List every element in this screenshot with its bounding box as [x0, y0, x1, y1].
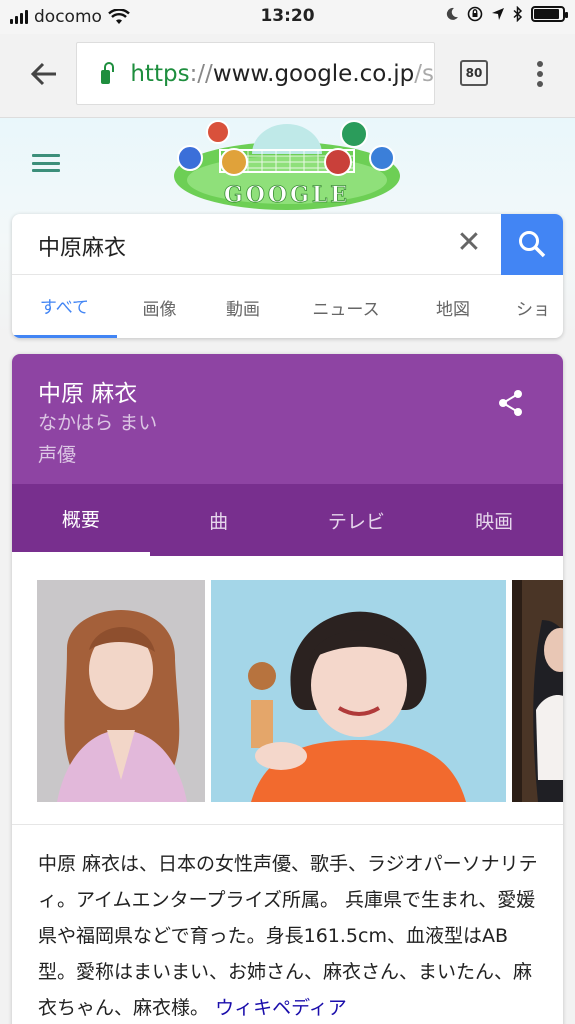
url-bar[interactable]: https://www.google.co.jp/s [76, 42, 435, 105]
more-vert-icon[interactable] [530, 58, 550, 90]
knowledge-panel-header: 中原 麻衣 なかはら まい 声優 [12, 354, 563, 484]
tab-all[interactable]: すべて [12, 276, 117, 338]
entity-photo[interactable] [512, 580, 563, 802]
knowledge-panel: 中原 麻衣 なかはら まい 声優 概要 曲 テレビ 映画 中原 麻衣は、日本の女… [12, 354, 563, 1024]
back-arrow-icon[interactable] [26, 54, 62, 94]
search-input[interactable]: 中原麻衣 [38, 230, 126, 262]
divider [12, 824, 563, 825]
tabs-icon[interactable]: 80 [460, 60, 488, 86]
status-bar: docomo 13:20 [0, 0, 575, 34]
location-icon [492, 8, 504, 20]
search-icon [519, 231, 546, 258]
browser-toolbar: https://www.google.co.jp/s 80 [0, 34, 575, 118]
bluetooth-icon [513, 6, 523, 22]
share-icon[interactable] [496, 388, 526, 418]
entity-reading: なかはら まい [38, 412, 158, 434]
entity-photo[interactable] [211, 580, 506, 802]
tab-movies[interactable]: 映画 [425, 484, 563, 556]
entity-photo[interactable] [37, 580, 205, 802]
battery-icon [531, 6, 568, 22]
description-text: 中原 麻衣は、日本の女性声優、歌手、ラジオパーソナリティ。アイムエンタープライズ… [38, 853, 538, 1019]
photo-carousel[interactable] [12, 580, 563, 802]
entity-type: 声優 [38, 444, 77, 466]
tab-videos[interactable]: 動画 [202, 276, 284, 338]
url-path: /s [414, 60, 434, 87]
moon-icon [446, 7, 458, 20]
knowledge-panel-tabs: 概要 曲 テレビ 映画 [12, 484, 563, 556]
lock-icon [101, 61, 115, 84]
tab-overview[interactable]: 概要 [12, 484, 150, 556]
url-scheme: https [130, 60, 190, 87]
tab-maps[interactable]: 地図 [408, 276, 498, 338]
tab-songs[interactable]: 曲 [150, 484, 288, 556]
url-separator: :// [189, 60, 213, 87]
tab-images[interactable]: 画像 [117, 276, 202, 338]
wikipedia-link[interactable]: ウィキペディア [215, 997, 347, 1019]
search-card: 中原麻衣 ✕ すべて 画像 動画 ニュース 地図 ショ [12, 214, 563, 338]
status-icons [445, 6, 568, 22]
doodle-text: GOOGLE [224, 182, 350, 208]
google-doodle[interactable]: GOOGLE [172, 120, 402, 212]
search-row: 中原麻衣 ✕ [12, 214, 563, 275]
search-results-page: GOOGLE 中原麻衣 ✕ すべて 画像 動画 ニュース 地図 ショ 中原 麻衣… [0, 118, 575, 1024]
orientation-lock-icon [467, 6, 483, 22]
tab-tv[interactable]: テレビ [288, 484, 426, 556]
hamburger-icon[interactable] [32, 154, 60, 172]
entity-name: 中原 麻衣 [38, 381, 138, 407]
search-button[interactable] [501, 214, 563, 275]
search-filter-tabs: すべて 画像 動画 ニュース 地図 ショ [12, 276, 563, 338]
url-host: www.google.co.jp [212, 60, 415, 87]
clear-icon[interactable]: ✕ [454, 226, 484, 260]
entity-description: 中原 麻衣は、日本の女性声優、歌手、ラジオパーソナリティ。アイムエンタープライズ… [38, 846, 543, 1024]
tab-shopping[interactable]: ショ [498, 276, 563, 338]
tab-news[interactable]: ニュース [284, 276, 408, 338]
